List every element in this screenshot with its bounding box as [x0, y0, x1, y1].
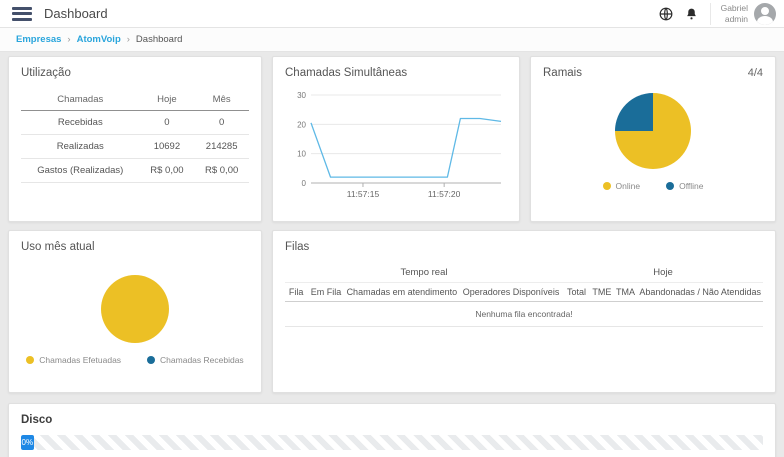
breadcrumb-separator: ›	[67, 34, 70, 45]
ramais-legend: Online Offline	[543, 181, 763, 191]
row-value-hoje: R$ 0,00	[140, 159, 195, 183]
legend-label: Online	[616, 181, 641, 191]
table-row-realizadas: Realizadas 10692 214285	[21, 135, 249, 159]
efetuadas-dot-icon	[26, 356, 34, 364]
topbar-actions: Gabriel admin	[658, 3, 776, 25]
breadcrumb-separator: ›	[127, 34, 130, 45]
breadcrumb-link-empresas[interactable]: Empresas	[16, 34, 61, 45]
filas-empty-row: Nenhuma fila encontrada!	[285, 302, 763, 327]
row-label: Recebidas	[21, 111, 140, 135]
menu-toggle-button[interactable]	[12, 7, 32, 21]
col-header-mes: Mês	[194, 89, 249, 111]
row-value-hoje: 10692	[140, 135, 195, 159]
simultaneous-calls-line-chart: 0 10 20 30 11:57:15 11:57:20	[285, 87, 509, 205]
legend-item-efetuadas: Chamadas Efetuadas	[26, 355, 121, 365]
svg-text:10: 10	[297, 150, 306, 159]
uso-mes-pie-chart	[101, 275, 169, 343]
svg-text:20: 20	[297, 120, 306, 129]
card-chamadas-simultaneas: Chamadas Simultâneas 0 10 20 30 11:57:15 11:5…	[272, 56, 520, 222]
svg-text:0: 0	[302, 179, 307, 188]
user-role: admin	[721, 14, 748, 25]
filas-group-header-row: Tempo real Hoje	[285, 263, 763, 283]
legend-label: Chamadas Efetuadas	[39, 355, 121, 365]
col-em-fila: Em Fila	[307, 283, 344, 302]
row-label: Gastos (Realizadas)	[21, 159, 140, 183]
topbar: Dashboard Gabriel admin	[0, 0, 784, 28]
breadcrumb: Empresas › AtomVoip › Dashboard	[0, 28, 784, 52]
card-filas-title: Filas	[285, 241, 763, 253]
col-operadores-disponiveis: Operadores Disponíveis	[459, 283, 563, 302]
row-value-mes: 214285	[194, 135, 249, 159]
col-total: Total	[563, 283, 590, 302]
card-ramais-title: Ramais	[543, 67, 763, 79]
ramais-counter: 4/4	[748, 67, 763, 79]
card-disco: Disco 0%	[8, 403, 776, 457]
svg-text:11:57:20: 11:57:20	[428, 189, 461, 199]
user-info: Gabriel admin	[721, 3, 748, 24]
col-header-hoje: Hoje	[140, 89, 195, 111]
card-ramais: Ramais 4/4 Online Offline	[530, 56, 776, 222]
row-value-mes: 0	[194, 111, 249, 135]
line-chart-container: 0 10 20 30 11:57:15 11:57:20	[285, 87, 507, 210]
breadcrumb-link-atomvoip[interactable]: AtomVoip	[77, 34, 121, 45]
table-row-recebidas: Recebidas 0 0	[21, 111, 249, 135]
filas-columns-row: Fila Em Fila Chamadas em atendimento Ope…	[285, 283, 763, 302]
legend-label: Offline	[679, 181, 703, 191]
offline-dot-icon	[666, 182, 674, 190]
legend-item-offline: Offline	[666, 181, 703, 191]
col-abandonadas: Abandonadas / Não Atendidas	[637, 283, 763, 302]
ramais-pie-chart	[615, 93, 691, 169]
uso-mes-legend: Chamadas Efetuadas Chamadas Recebidas	[21, 355, 249, 365]
dashboard-content: Utilização Chamadas Hoje Mês Recebidas 0…	[0, 52, 784, 457]
user-menu[interactable]: Gabriel admin	[710, 3, 776, 25]
legend-item-online: Online	[603, 181, 641, 191]
disk-usage-progress-fill: 0%	[21, 435, 34, 450]
breadcrumb-current: Dashboard	[136, 34, 182, 45]
card-filas: Filas Tempo real Hoje Fila Em Fila Chama…	[272, 230, 776, 393]
disk-usage-progress-bar: 0%	[21, 435, 763, 450]
legend-item-recebidas: Chamadas Recebidas	[147, 355, 244, 365]
row-value-mes: R$ 0,00	[194, 159, 249, 183]
globe-icon[interactable]	[658, 6, 674, 22]
row-label: Realizadas	[21, 135, 140, 159]
col-chamadas-em-atendimento: Chamadas em atendimento	[345, 283, 460, 302]
notifications-bell-icon[interactable]	[684, 6, 700, 22]
col-fila: Fila	[285, 283, 307, 302]
utilizacao-table: Chamadas Hoje Mês Recebidas 0 0 Realizad…	[21, 89, 249, 183]
card-utilizacao: Utilização Chamadas Hoje Mês Recebidas 0…	[8, 56, 262, 222]
col-tma: TMA	[614, 283, 638, 302]
page-title: Dashboard	[44, 6, 108, 21]
empty-message: Nenhuma fila encontrada!	[285, 302, 763, 327]
card-disco-title: Disco	[21, 414, 763, 426]
row-value-hoje: 0	[140, 111, 195, 135]
svg-text:11:57:15: 11:57:15	[347, 189, 380, 199]
card-utilizacao-title: Utilização	[21, 67, 249, 79]
filas-table: Tempo real Hoje Fila Em Fila Chamadas em…	[285, 263, 763, 327]
online-dot-icon	[603, 182, 611, 190]
card-uso-mes-atual: Uso mês atual Chamadas Efetuadas Chamada…	[8, 230, 262, 393]
recebidas-dot-icon	[147, 356, 155, 364]
col-tme: TME	[590, 283, 614, 302]
card-uso-mes-atual-title: Uso mês atual	[21, 241, 249, 253]
legend-label: Chamadas Recebidas	[160, 355, 244, 365]
svg-text:30: 30	[297, 91, 306, 100]
avatar[interactable]	[754, 3, 776, 25]
table-row-gastos: Gastos (Realizadas) R$ 0,00 R$ 0,00	[21, 159, 249, 183]
group-header-tempo-real: Tempo real	[285, 263, 563, 283]
card-chamadas-simultaneas-title: Chamadas Simultâneas	[285, 67, 507, 79]
col-header-chamadas: Chamadas	[21, 89, 140, 111]
user-name: Gabriel	[721, 3, 748, 14]
group-header-hoje: Hoje	[563, 263, 763, 283]
